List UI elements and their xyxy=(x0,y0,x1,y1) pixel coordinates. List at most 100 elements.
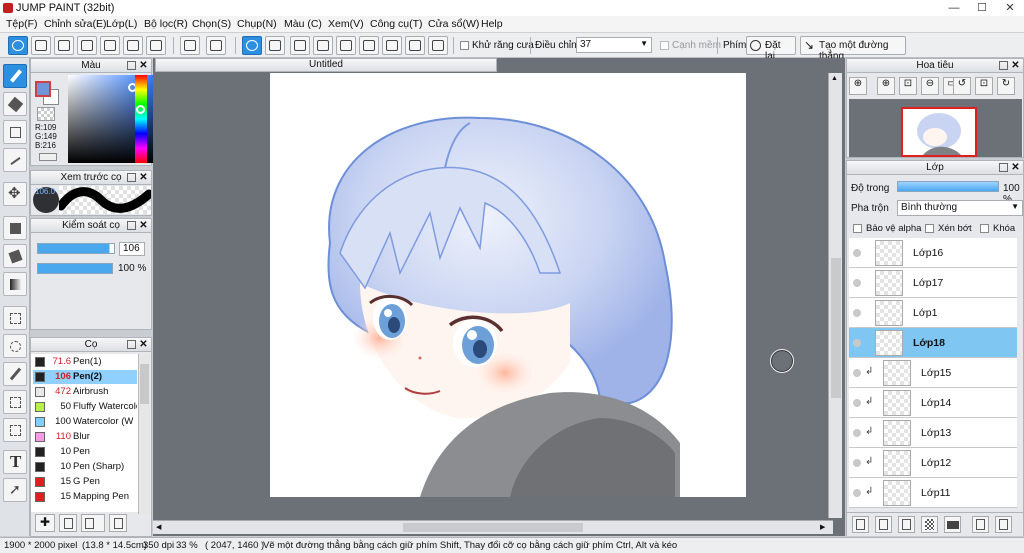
tool-text[interactable]: T xyxy=(3,450,27,474)
float-icon[interactable] xyxy=(127,221,136,230)
layer-row[interactable]: ↲ Lớp12 xyxy=(849,448,1017,478)
tool-rectangle[interactable] xyxy=(3,120,27,144)
brush-list-scroll-thumb[interactable] xyxy=(140,364,149,404)
snap-vanish-button[interactable] xyxy=(313,36,333,55)
float-icon[interactable] xyxy=(127,61,136,70)
rotate-left-button[interactable]: ↺ xyxy=(953,77,971,95)
transparent-color-swatch[interactable] xyxy=(37,107,55,121)
protect-alpha-checkbox[interactable] xyxy=(853,224,862,233)
layer-mask-button[interactable] xyxy=(921,516,938,533)
smooth-edge-checkbox[interactable] xyxy=(660,41,669,50)
horizontal-scroll-thumb[interactable] xyxy=(403,523,583,532)
brush-list-scrollbar[interactable] xyxy=(138,354,150,514)
zoom-actual-button[interactable]: ⊡ xyxy=(899,77,917,95)
brush-list-item[interactable]: 10 Pen xyxy=(33,445,137,459)
zoom-in-button[interactable]: ⊕ xyxy=(877,77,895,95)
menu-file[interactable]: Tệp(F) xyxy=(6,18,38,30)
export-button[interactable] xyxy=(31,36,51,55)
redo-button[interactable] xyxy=(206,36,226,55)
layer-row[interactable]: Lớp17 xyxy=(849,268,1017,298)
visibility-eye-icon[interactable] xyxy=(853,339,861,347)
canvas-artwork[interactable] xyxy=(270,73,746,497)
tool-brush[interactable] xyxy=(3,64,27,88)
brush-list-item[interactable]: 15 G Pen xyxy=(33,475,137,489)
snap-radial-button[interactable] xyxy=(336,36,356,55)
visibility-eye-icon[interactable] xyxy=(853,399,861,407)
document-button[interactable] xyxy=(100,36,120,55)
adjust-dropdown[interactable]: 37 ▼ xyxy=(576,37,652,53)
tool-gradient[interactable] xyxy=(3,272,27,296)
tool-select-pen[interactable] xyxy=(3,390,27,414)
visibility-eye-icon[interactable] xyxy=(853,309,861,317)
layer-row[interactable]: Lớp18 xyxy=(849,328,1017,358)
saturation-value-field[interactable] xyxy=(68,75,162,163)
visibility-eye-icon[interactable] xyxy=(853,279,861,287)
layer-row[interactable]: ↲ Lớp13 xyxy=(849,418,1017,448)
tool-select-lasso[interactable] xyxy=(3,334,27,358)
snap-curve-button[interactable] xyxy=(382,36,402,55)
snap-off-button[interactable] xyxy=(242,36,262,55)
brush-menu-button[interactable] xyxy=(81,514,105,532)
menu-layer[interactable]: Lớp(L) xyxy=(106,18,137,30)
visibility-eye-icon[interactable] xyxy=(853,429,861,437)
tool-bucket[interactable] xyxy=(3,244,27,268)
layer-row[interactable]: ↲ Lớp15 xyxy=(849,358,1017,388)
hue-slider-thumb[interactable] xyxy=(136,105,145,114)
vertical-scroll-thumb[interactable] xyxy=(831,258,841,398)
menu-filter[interactable]: Bộ lọc(R) xyxy=(144,18,188,30)
new-brush-button[interactable] xyxy=(59,514,77,532)
page-button[interactable] xyxy=(123,36,143,55)
zoom-out-button[interactable]: ⊖ xyxy=(921,77,939,95)
reset-view-button[interactable]: ⊡ xyxy=(975,77,993,95)
float-icon[interactable] xyxy=(127,173,136,182)
zoom-fit-button[interactable]: ⊕ xyxy=(849,77,867,95)
tool-line[interactable] xyxy=(3,148,27,172)
close-icon[interactable]: ✕ xyxy=(1010,162,1021,173)
close-icon[interactable]: ✕ xyxy=(1010,60,1021,71)
blend-mode-dropdown[interactable]: Bình thường ▼ xyxy=(897,200,1023,216)
tool-eraser[interactable] xyxy=(3,92,27,116)
visibility-eye-icon[interactable] xyxy=(853,249,861,257)
menu-capture[interactable]: Chụp(N) xyxy=(237,18,277,30)
duplicate-layer-button[interactable] xyxy=(972,516,989,533)
tool-select-eraser[interactable] xyxy=(3,418,27,442)
close-icon[interactable]: ✕ xyxy=(138,60,149,71)
lock-checkbox[interactable] xyxy=(980,224,989,233)
brush-list-item[interactable]: 110 Blur xyxy=(33,430,137,444)
brush-list-item[interactable]: 50Fluffy Watercolor xyxy=(33,400,137,414)
float-icon[interactable] xyxy=(999,61,1008,70)
brush-list-item[interactable]: 10 Pen (Sharp) xyxy=(33,460,137,474)
maximize-button[interactable]: ☐ xyxy=(968,0,996,16)
comment-button[interactable] xyxy=(54,36,74,55)
visibility-eye-icon[interactable] xyxy=(853,459,861,467)
add-brush-button[interactable]: ✚ xyxy=(35,514,55,532)
brush-list-item[interactable]: 472 Airbrush xyxy=(33,385,137,399)
snap-crisscross-button[interactable] xyxy=(290,36,310,55)
layer-row[interactable]: Lớp16 xyxy=(849,238,1017,268)
document-tab[interactable]: Untitled xyxy=(155,58,497,72)
brush-list-item[interactable]: 106 Pen(2) xyxy=(33,370,137,384)
reset-button[interactable]: Đặt lại xyxy=(746,36,796,62)
brush-list-item[interactable]: 71.6 Pen(1) xyxy=(33,355,137,369)
brush-list-item[interactable]: 15 Mapping Pen xyxy=(33,490,137,504)
brush-size-value[interactable]: 106 xyxy=(119,242,145,256)
vertical-scrollbar[interactable]: ▲ xyxy=(828,73,842,518)
layer-row[interactable]: ↲ Lớp11 xyxy=(849,478,1017,508)
layer-row[interactable]: Lớp1 xyxy=(849,298,1017,328)
close-button[interactable]: ✕ xyxy=(996,0,1024,16)
scroll-up-icon[interactable]: ▲ xyxy=(831,75,838,82)
tool-operation[interactable]: ➚ xyxy=(3,478,27,502)
brush-list-item[interactable]: 100 Watercolor (W xyxy=(33,415,137,429)
scroll-left-icon[interactable]: ◀ xyxy=(156,523,161,531)
layer-settings-button[interactable] xyxy=(875,516,892,533)
menu-help[interactable]: Help xyxy=(481,18,503,30)
close-icon[interactable]: ✕ xyxy=(138,339,149,350)
antialias-checkbox[interactable] xyxy=(460,41,469,50)
close-icon[interactable]: ✕ xyxy=(138,220,149,231)
hue-slider[interactable] xyxy=(135,75,147,163)
menu-window[interactable]: Cửa sổ(W) xyxy=(428,18,479,30)
navigator-preview[interactable] xyxy=(849,99,1022,157)
minimize-button[interactable]: — xyxy=(940,0,968,16)
menu-color[interactable]: Màu (C) xyxy=(284,18,322,30)
scroll-right-icon[interactable]: ▶ xyxy=(820,523,825,531)
